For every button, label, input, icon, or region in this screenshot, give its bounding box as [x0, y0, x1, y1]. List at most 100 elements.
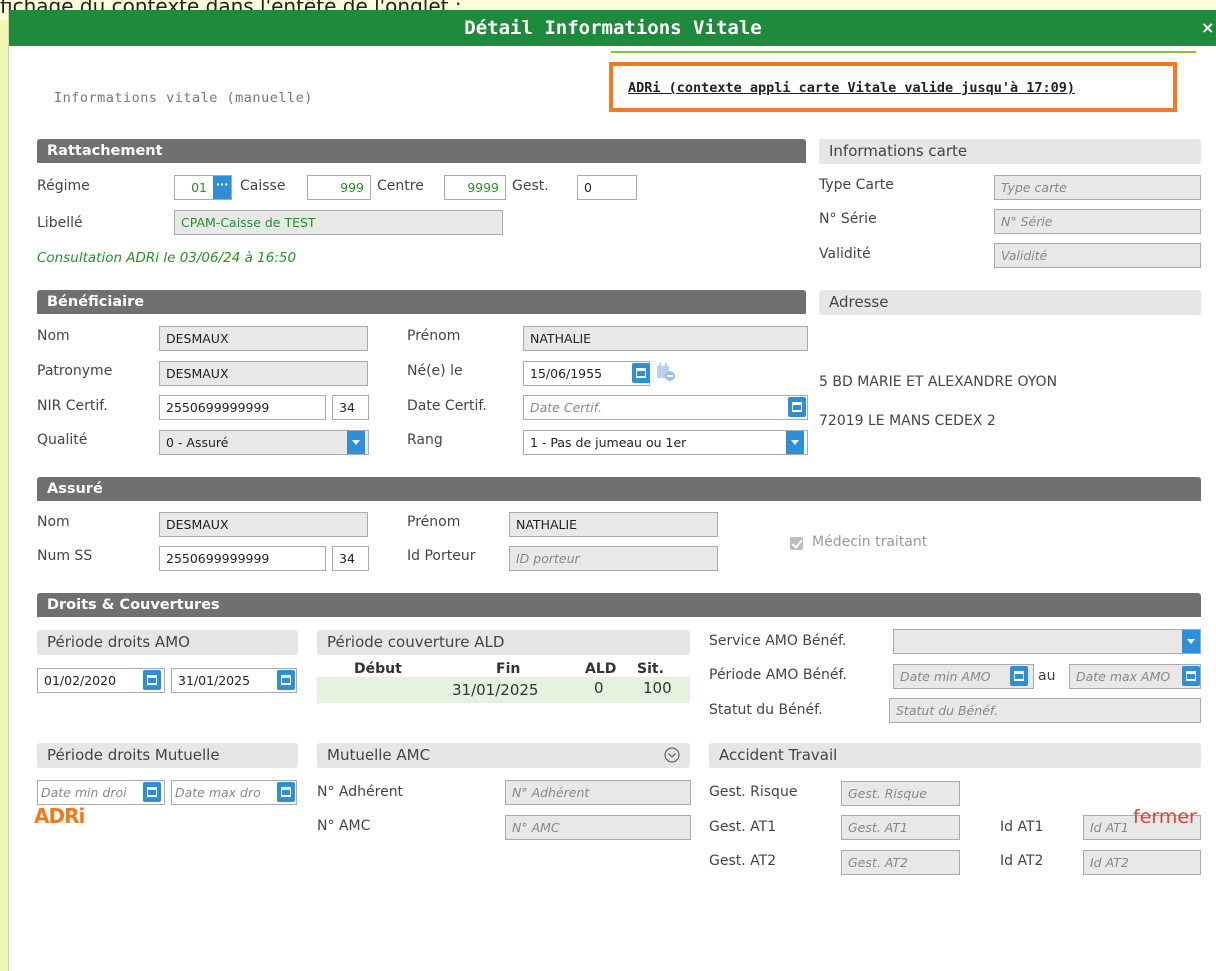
centre-label: Centre	[377, 178, 424, 194]
qualite-select[interactable]: 0 - Assuré	[159, 430, 369, 455]
regime-label: Régime	[37, 178, 90, 194]
amo-start-calendar-icon[interactable]	[143, 670, 161, 690]
mut-max-calendar-icon[interactable]	[277, 782, 295, 802]
section-ald: Période couverture ALD	[317, 630, 690, 655]
rang-label: Rang	[407, 432, 443, 448]
statut-field: Statut du Bénéf.	[889, 698, 1201, 723]
qualite-label: Qualité	[37, 432, 88, 448]
libelle-label: Libellé	[37, 215, 83, 231]
idat2-label: Id AT2	[1000, 853, 1044, 869]
at1-field: Gest. AT1	[841, 815, 960, 840]
patronyme-label: Patronyme	[37, 363, 113, 379]
rang-select[interactable]: 1 - Pas de jumeau ou 1er	[523, 430, 808, 455]
datecertif-calendar-icon[interactable]	[788, 397, 806, 417]
address-line-2: 72019 LE MANS CEDEX 2	[819, 413, 996, 429]
libelle-field: CPAM-Caisse de TEST	[174, 210, 503, 235]
assure-nom-field: DESMAUX	[159, 512, 368, 537]
numss-key-field[interactable]: 34	[332, 546, 369, 571]
amc-field: N° AMC	[505, 815, 691, 840]
section-periode-amo: Période droits AMO	[37, 630, 298, 655]
section-droits-couvertures: Droits & Couvertures	[37, 593, 1201, 617]
assure-prenom-label: Prénom	[407, 514, 461, 530]
numss-field[interactable]: 2550699999999	[159, 546, 326, 571]
calendar-clear-icon[interactable]	[656, 363, 676, 381]
service-amo-select[interactable]	[893, 629, 1201, 654]
datecertif-field[interactable]: Date Certif.	[523, 395, 808, 420]
porteur-field: ID porteur	[509, 546, 718, 571]
ald-header-ald: ALD	[585, 661, 617, 677]
mode-label: Informations vitale (manuelle)	[54, 90, 313, 106]
section-accident-travail: Accident Travail	[709, 743, 1201, 768]
risque-label: Gest. Risque	[709, 784, 798, 800]
assure-nom-label: Nom	[37, 514, 70, 530]
statut-label: Statut du Bénéf.	[709, 702, 823, 718]
gest-field[interactable]: 0	[577, 175, 637, 200]
regime-picker-icon[interactable]: ···	[213, 176, 231, 199]
background-strip	[0, 20, 8, 971]
section-assure: Assuré	[37, 477, 1201, 501]
dialog-title: Détail Informations Vitale	[464, 17, 762, 39]
nir-label: NIR Certif.	[37, 398, 108, 414]
periode-amo-label: Période AMO Bénéf.	[709, 667, 847, 683]
adherent-field: N° Adhérent	[505, 780, 691, 805]
naissance-field[interactable]: 15/06/1955	[523, 361, 650, 386]
gest-label: Gest.	[512, 178, 549, 194]
ald-ald-value: 0	[594, 679, 604, 697]
service-amo-dropdown-icon[interactable]	[1182, 630, 1200, 653]
rang-dropdown-icon[interactable]	[786, 431, 804, 454]
nir-field[interactable]: 2550699999999	[159, 395, 326, 420]
amo-end-calendar-icon[interactable]	[277, 670, 295, 690]
validite-field: Validité	[994, 243, 1201, 268]
header-divider	[611, 51, 1196, 53]
idat2-field: Id AT2	[1083, 850, 1201, 875]
medecin-checkbox[interactable]	[790, 537, 803, 550]
periode-au-label: au	[1038, 668, 1056, 684]
numss-label: Num SS	[37, 548, 93, 564]
section-mutuelle-amc: Mutuelle AMC	[317, 743, 690, 768]
close-icon[interactable]: ×	[1201, 10, 1215, 46]
at2-label: Gest. AT2	[709, 853, 777, 869]
serie-field: N° Série	[994, 209, 1201, 234]
mut-min-calendar-icon[interactable]	[143, 782, 161, 802]
datecertif-label: Date Certif.	[407, 398, 487, 414]
chevron-down-icon[interactable]	[664, 747, 680, 763]
at1-label: Gest. AT1	[709, 819, 777, 835]
section-informations-carte: Informations carte	[819, 139, 1201, 164]
at2-field: Gest. AT2	[841, 850, 960, 875]
idat1-label: Id AT1	[1000, 819, 1044, 835]
adherent-label: N° Adhérent	[317, 784, 404, 800]
ald-sit-value: 100	[643, 679, 672, 697]
ben-prenom-label: Prénom	[407, 328, 461, 344]
serie-label: N° Série	[819, 211, 877, 227]
qualite-dropdown-icon[interactable]	[347, 431, 365, 454]
ald-header-fin: Fin	[496, 661, 521, 677]
address-line-1: 5 BD MARIE ET ALEXANDRE OYON	[819, 374, 1058, 390]
service-amo-label: Service AMO Bénéf.	[709, 633, 847, 649]
naissance-label: Né(e) le	[407, 363, 463, 379]
nir-key-field[interactable]: 34	[332, 395, 369, 420]
ald-header-sit: Sit.	[637, 661, 664, 677]
ben-prenom-field: NATHALIE	[523, 326, 808, 351]
assure-prenom-field: NATHALIE	[509, 512, 718, 537]
type-carte-label: Type Carte	[819, 177, 894, 193]
centre-field[interactable]: 9999	[444, 175, 506, 200]
caisse-label: Caisse	[240, 178, 286, 194]
periode-max-calendar-icon[interactable]	[1182, 666, 1200, 686]
section-rattachement: Rattachement	[37, 139, 806, 163]
context-link[interactable]: ADRi (contexte appli carte Vitale valide…	[628, 80, 1075, 96]
periode-min-calendar-icon[interactable]	[1010, 666, 1028, 686]
ben-nom-field: DESMAUX	[159, 326, 368, 351]
ald-header-debut: Début	[354, 661, 402, 677]
type-carte-field: Type carte	[994, 175, 1201, 200]
amc-label: N° AMC	[317, 818, 371, 834]
caisse-field[interactable]: 999	[307, 175, 371, 200]
adri-logo: ADRi	[34, 804, 85, 828]
naissance-calendar-icon[interactable]	[632, 363, 650, 383]
ben-nom-label: Nom	[37, 328, 70, 344]
fermer-button[interactable]: fermer	[1133, 806, 1197, 828]
section-beneficiaire: Bénéficiaire	[37, 290, 806, 314]
ald-fin-value: 31/01/2025	[452, 681, 539, 699]
section-periode-mutuelle: Période droits Mutuelle	[37, 743, 298, 768]
porteur-label: Id Porteur	[407, 548, 476, 564]
validite-label: Validité	[819, 246, 871, 262]
